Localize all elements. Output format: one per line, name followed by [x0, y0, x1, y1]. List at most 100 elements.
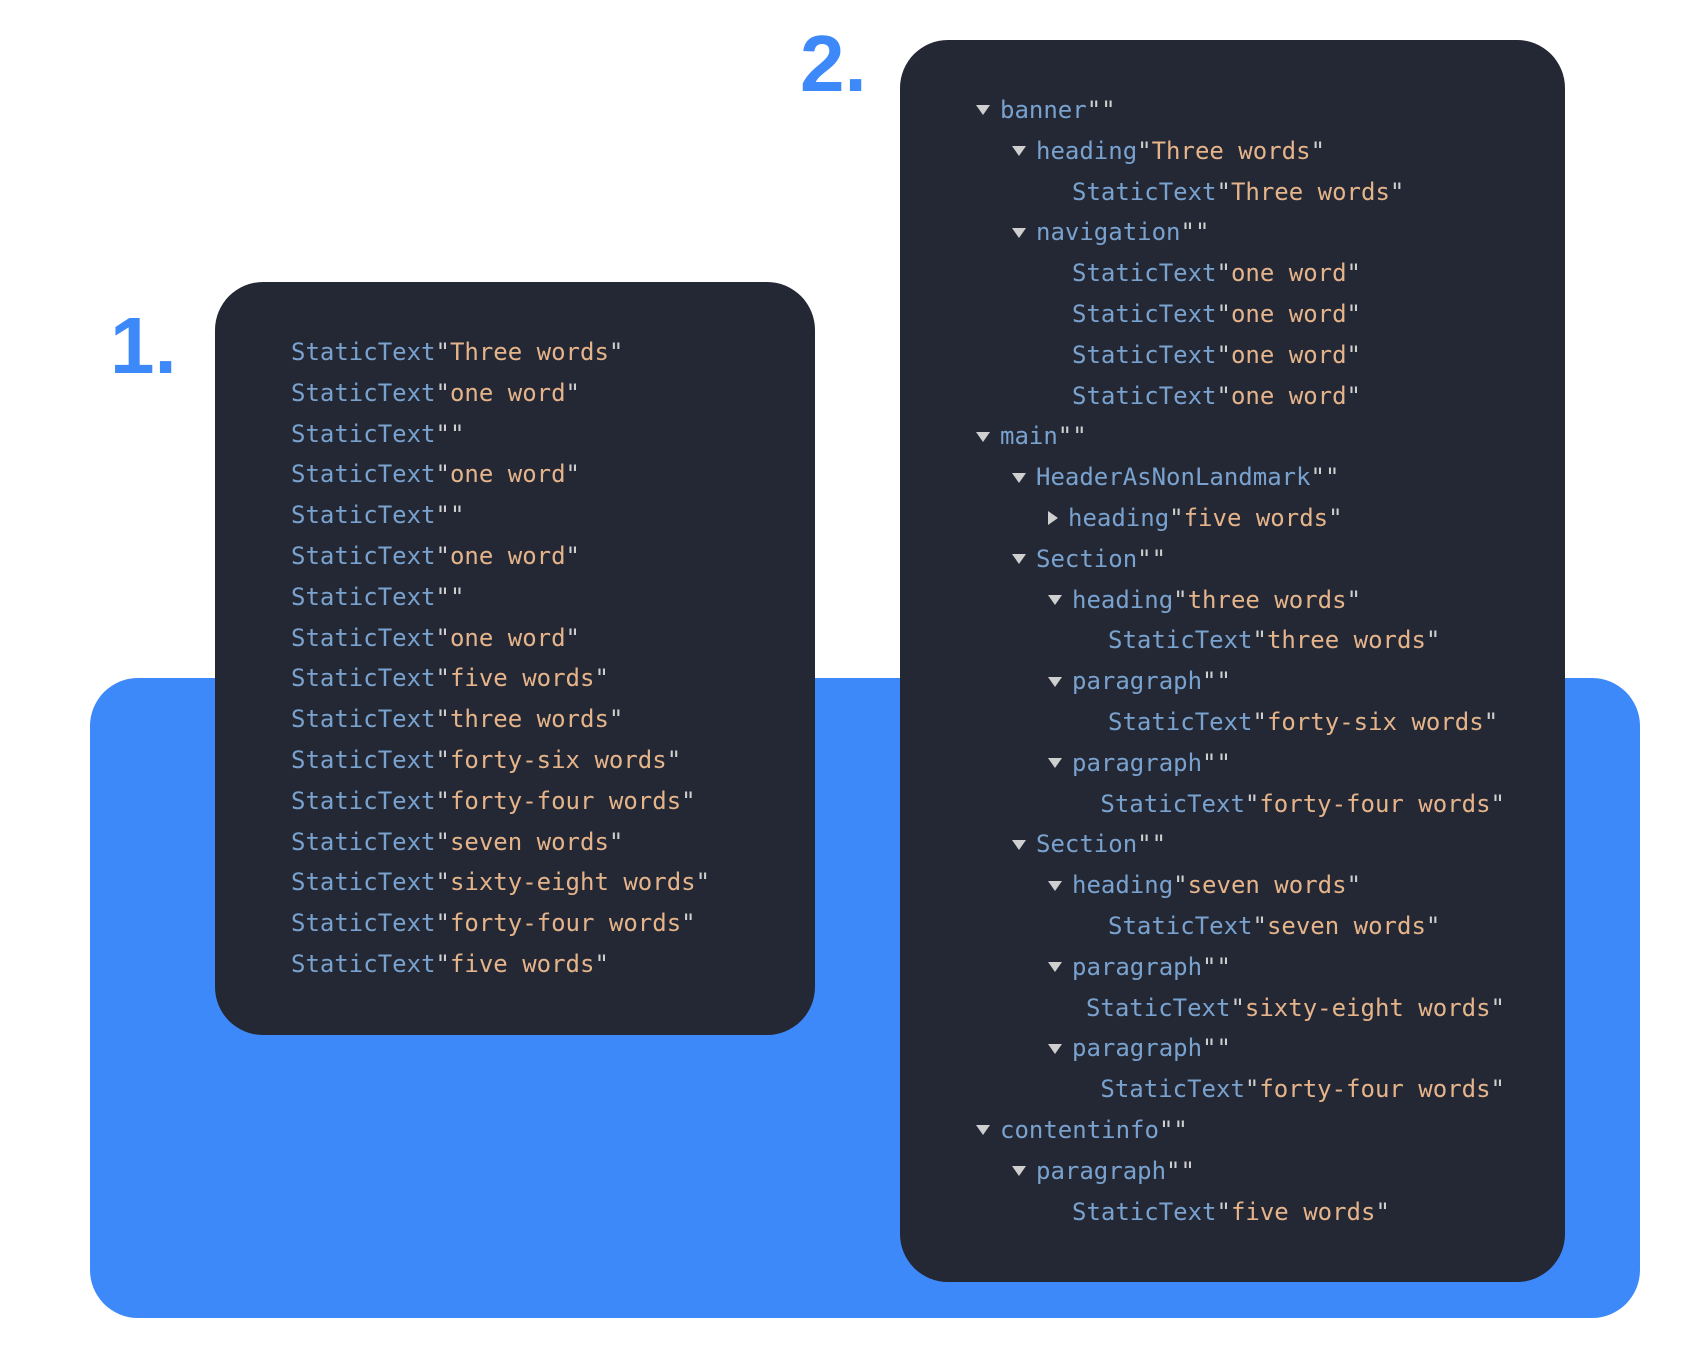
- disclosure-triangle-expanded-icon[interactable]: [1048, 881, 1062, 891]
- quote-mark: ": [1202, 661, 1216, 702]
- node-role: contentinfo: [1000, 1110, 1159, 1151]
- disclosure-triangle-expanded-icon[interactable]: [1048, 677, 1062, 687]
- quote-mark: ": [1195, 212, 1209, 253]
- node-role: StaticText: [291, 699, 436, 740]
- node-string-value: one word: [1231, 335, 1347, 376]
- node-string-value: one word: [450, 536, 566, 577]
- disclosure-triangle-expanded-icon[interactable]: [1012, 146, 1026, 156]
- disclosure-triangle-expanded-icon[interactable]: [1048, 962, 1062, 972]
- quote-mark: ": [1491, 1069, 1505, 1110]
- tree-row: StaticText "one word": [940, 376, 1505, 417]
- node-role: heading: [1072, 580, 1173, 621]
- quote-mark: ": [1202, 1028, 1216, 1069]
- tree-row: paragraph "": [940, 947, 1505, 988]
- node-role: StaticText: [291, 332, 436, 373]
- quote-mark: ": [1347, 865, 1361, 906]
- quote-mark: ": [1173, 865, 1187, 906]
- quote-mark: ": [681, 781, 695, 822]
- node-role: StaticText: [1108, 702, 1253, 743]
- node-string-value: five words: [1231, 1192, 1376, 1233]
- node-role: heading: [1068, 498, 1169, 539]
- disclosure-triangle-expanded-icon[interactable]: [1012, 840, 1026, 850]
- node-role: paragraph: [1072, 743, 1202, 784]
- tree-row: main "": [940, 416, 1505, 457]
- quote-mark: ": [1152, 824, 1166, 865]
- tree-row: heading "seven words": [940, 865, 1505, 906]
- disclosure-triangle-expanded-icon[interactable]: [976, 105, 990, 115]
- quote-mark: ": [667, 740, 681, 781]
- node-role: StaticText: [291, 495, 436, 536]
- tree-row: StaticText "seven words": [255, 822, 755, 863]
- quote-mark: ": [1217, 1192, 1231, 1233]
- quote-mark: ": [436, 618, 450, 659]
- quote-mark: ": [1217, 1028, 1231, 1069]
- tree-row: paragraph "": [940, 661, 1505, 702]
- tree-row: StaticText "forty-four words": [940, 784, 1505, 825]
- tree-row: StaticText "sixty-eight words": [940, 988, 1505, 1029]
- tree-row: Section "": [940, 824, 1505, 865]
- tree-row: paragraph "": [940, 1151, 1505, 1192]
- disclosure-triangle-expanded-icon[interactable]: [1012, 473, 1026, 483]
- quote-mark: ": [1152, 539, 1166, 580]
- node-string-value: seven words: [1188, 865, 1347, 906]
- disclosure-triangle-expanded-icon[interactable]: [1012, 554, 1026, 564]
- node-string-value: three words: [1188, 580, 1347, 621]
- tree-row: StaticText "seven words": [940, 906, 1505, 947]
- tree-row: paragraph "": [940, 743, 1505, 784]
- quote-mark: ": [696, 862, 710, 903]
- quote-mark: ": [1169, 498, 1183, 539]
- disclosure-triangle-expanded-icon[interactable]: [1048, 758, 1062, 768]
- node-string-value: forty-four words: [1259, 784, 1490, 825]
- disclosure-triangle-expanded-icon[interactable]: [976, 432, 990, 442]
- disclosure-triangle-expanded-icon[interactable]: [1048, 595, 1062, 605]
- node-role: paragraph: [1072, 1028, 1202, 1069]
- node-role: StaticText: [1072, 376, 1217, 417]
- quote-mark: ": [436, 781, 450, 822]
- node-role: heading: [1072, 865, 1173, 906]
- node-role: StaticText: [291, 862, 436, 903]
- node-string-value: sixty-eight words: [450, 862, 696, 903]
- quote-mark: ": [1491, 988, 1505, 1029]
- quote-mark: ": [1390, 172, 1404, 213]
- quote-mark: ": [1101, 90, 1115, 131]
- tree-row: StaticText "forty-six words": [255, 740, 755, 781]
- node-string-value: forty-six words: [450, 740, 667, 781]
- quote-mark: ": [436, 414, 450, 455]
- disclosure-triangle-expanded-icon[interactable]: [976, 1125, 990, 1135]
- node-role: main: [1000, 416, 1058, 457]
- node-role: StaticText: [291, 373, 436, 414]
- node-role: Section: [1036, 539, 1137, 580]
- quote-mark: ": [1375, 1192, 1389, 1233]
- tree-row: StaticText "forty-four words": [255, 781, 755, 822]
- node-string-value: Three words: [450, 332, 609, 373]
- node-role: StaticText: [1072, 294, 1217, 335]
- node-string-value: sixty-eight words: [1245, 988, 1491, 1029]
- quote-mark: ": [566, 454, 580, 495]
- disclosure-triangle-expanded-icon[interactable]: [1012, 1166, 1026, 1176]
- quote-mark: ": [566, 618, 580, 659]
- quote-mark: ": [436, 822, 450, 863]
- quote-mark: ": [594, 944, 608, 985]
- quote-mark: ": [1217, 947, 1231, 988]
- quote-mark: ": [1217, 253, 1231, 294]
- quote-mark: ": [1230, 988, 1244, 1029]
- disclosure-triangle-expanded-icon[interactable]: [1012, 228, 1026, 238]
- quote-mark: ": [436, 536, 450, 577]
- quote-mark: ": [1137, 539, 1151, 580]
- disclosure-triangle-expanded-icon[interactable]: [1048, 1044, 1062, 1054]
- quote-mark: ": [1159, 1110, 1173, 1151]
- tree-row: StaticText "": [255, 577, 755, 618]
- quote-mark: ": [436, 944, 450, 985]
- quote-mark: ": [1181, 1151, 1195, 1192]
- node-string-value: three words: [1267, 620, 1426, 661]
- node-role: StaticText: [1072, 335, 1217, 376]
- node-string-value: seven words: [1267, 906, 1426, 947]
- quote-mark: ": [681, 903, 695, 944]
- quote-mark: ": [1325, 457, 1339, 498]
- disclosure-triangle-collapsed-icon[interactable]: [1048, 511, 1058, 525]
- tree-row: Section "": [940, 539, 1505, 580]
- quote-mark: ": [594, 658, 608, 699]
- tree-row: heading "Three words": [940, 131, 1505, 172]
- node-role: StaticText: [1072, 172, 1217, 213]
- quote-mark: ": [436, 373, 450, 414]
